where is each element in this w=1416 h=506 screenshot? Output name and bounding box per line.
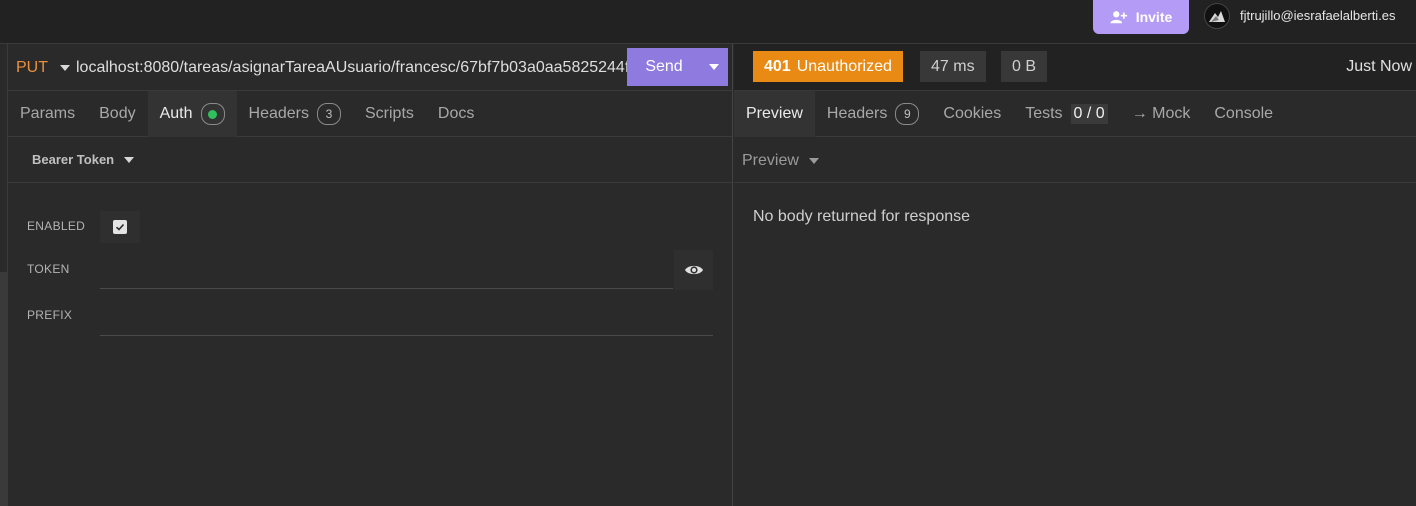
tab-preview[interactable]: Preview: [734, 91, 815, 137]
tab-label: Params: [20, 105, 76, 122]
headers-count-badge: 3: [317, 103, 341, 125]
tab-label: → Mock: [1131, 105, 1191, 122]
auth-type-label: Bearer Token: [32, 152, 115, 167]
send-options-chevron-icon[interactable]: [709, 64, 719, 70]
tab-cookies[interactable]: Cookies: [931, 91, 1013, 137]
request-pane: PUT localhost:8080/tareas/asignarTareaAU…: [8, 44, 733, 506]
tab-label: Tests: [1025, 105, 1063, 122]
scrollbar-thumb[interactable]: [0, 272, 7, 506]
tab-label: Headers: [248, 105, 309, 122]
tab-docs[interactable]: Docs: [426, 91, 486, 137]
token-label: TOKEN: [27, 262, 70, 276]
tab-label: Cookies: [943, 105, 1002, 122]
avatar-image: [1209, 11, 1225, 22]
status-text: Unauthorized: [796, 57, 892, 75]
tab-auth[interactable]: Auth: [147, 91, 237, 137]
sidebar-collapsed-strip: [0, 44, 8, 506]
tab-label: Scripts: [365, 105, 414, 122]
response-headers-count-badge: 9: [895, 103, 920, 125]
eye-icon: [684, 265, 703, 275]
tab-tests[interactable]: Tests 0 / 0: [1013, 91, 1119, 137]
token-input[interactable]: [100, 249, 673, 289]
response-tabs: Preview Headers 9 Cookies Tests 0 / 0 → …: [734, 91, 1416, 137]
tab-label: Auth: [159, 105, 193, 122]
chevron-down-icon: [808, 158, 819, 164]
tab-scripts[interactable]: Scripts: [353, 91, 426, 137]
tab-label: Docs: [437, 105, 475, 122]
enabled-checkbox[interactable]: [100, 211, 140, 243]
response-timestamp[interactable]: Just Now: [1346, 58, 1412, 76]
invite-button[interactable]: Invite: [1093, 0, 1189, 34]
top-bar: Invite fjtrujillo@iesrafaelalberti.es: [0, 0, 1416, 44]
avatar[interactable]: [1204, 3, 1230, 29]
empty-response-message: No body returned for response: [753, 208, 971, 225]
auth-type-dropdown[interactable]: Bearer Token: [32, 152, 135, 167]
tab-response-headers[interactable]: Headers 9: [815, 91, 931, 137]
chevron-down-icon: [124, 156, 135, 163]
prefix-label: PREFIX: [27, 308, 73, 322]
tab-params[interactable]: Params: [8, 91, 87, 137]
preview-mode-dropdown[interactable]: Preview: [742, 152, 819, 170]
request-tabs: Params Body Auth Headers 3 Scripts Docs: [8, 91, 732, 137]
checkmark-icon: [115, 223, 125, 231]
status-badge: 401 Unauthorized: [753, 51, 903, 82]
response-status-bar: 401 Unauthorized 47 ms 0 B Just Now: [734, 44, 1416, 91]
enabled-label: ENABLED: [27, 219, 86, 233]
tab-mock[interactable]: → Mock: [1120, 91, 1203, 137]
response-time-badge: 47 ms: [920, 51, 986, 82]
response-size-badge: 0 B: [1001, 51, 1048, 82]
method-label: PUT: [16, 59, 48, 76]
tab-headers[interactable]: Headers 3: [237, 91, 353, 137]
url-input[interactable]: localhost:8080/tareas/asignarTareaAUsuar…: [76, 59, 627, 77]
user-email[interactable]: fjtrujillo@iesrafaelalberti.es: [1240, 8, 1396, 23]
tests-count: 0 / 0: [1070, 104, 1108, 124]
url-bar: PUT localhost:8080/tareas/asignarTareaAU…: [8, 44, 733, 91]
tab-body[interactable]: Body: [87, 91, 147, 137]
add-user-icon: [1110, 11, 1127, 24]
response-pane: 401 Unauthorized 47 ms 0 B Just Now Prev…: [734, 44, 1416, 506]
tab-console[interactable]: Console: [1202, 91, 1285, 137]
prefix-input[interactable]: [100, 296, 713, 336]
chevron-down-icon: [60, 65, 70, 71]
preview-mode-row: Preview: [734, 137, 1416, 183]
auth-type-row: Bearer Token: [8, 137, 732, 183]
status-code: 401: [764, 57, 791, 75]
send-label: Send: [645, 58, 683, 75]
status-dot-icon: [208, 109, 218, 119]
show-token-button[interactable]: [674, 250, 713, 290]
tab-label: Console: [1214, 105, 1274, 122]
checkbox-box: [113, 220, 127, 234]
tab-label: Preview: [746, 105, 803, 122]
send-button[interactable]: Send: [627, 48, 728, 86]
tab-label: Headers: [826, 105, 888, 122]
auth-enabled-badge: [200, 103, 225, 125]
invite-label: Invite: [1135, 9, 1173, 25]
method-dropdown[interactable]: PUT: [16, 59, 70, 77]
tab-label: Body: [99, 105, 136, 122]
preview-mode-label: Preview: [742, 152, 799, 169]
